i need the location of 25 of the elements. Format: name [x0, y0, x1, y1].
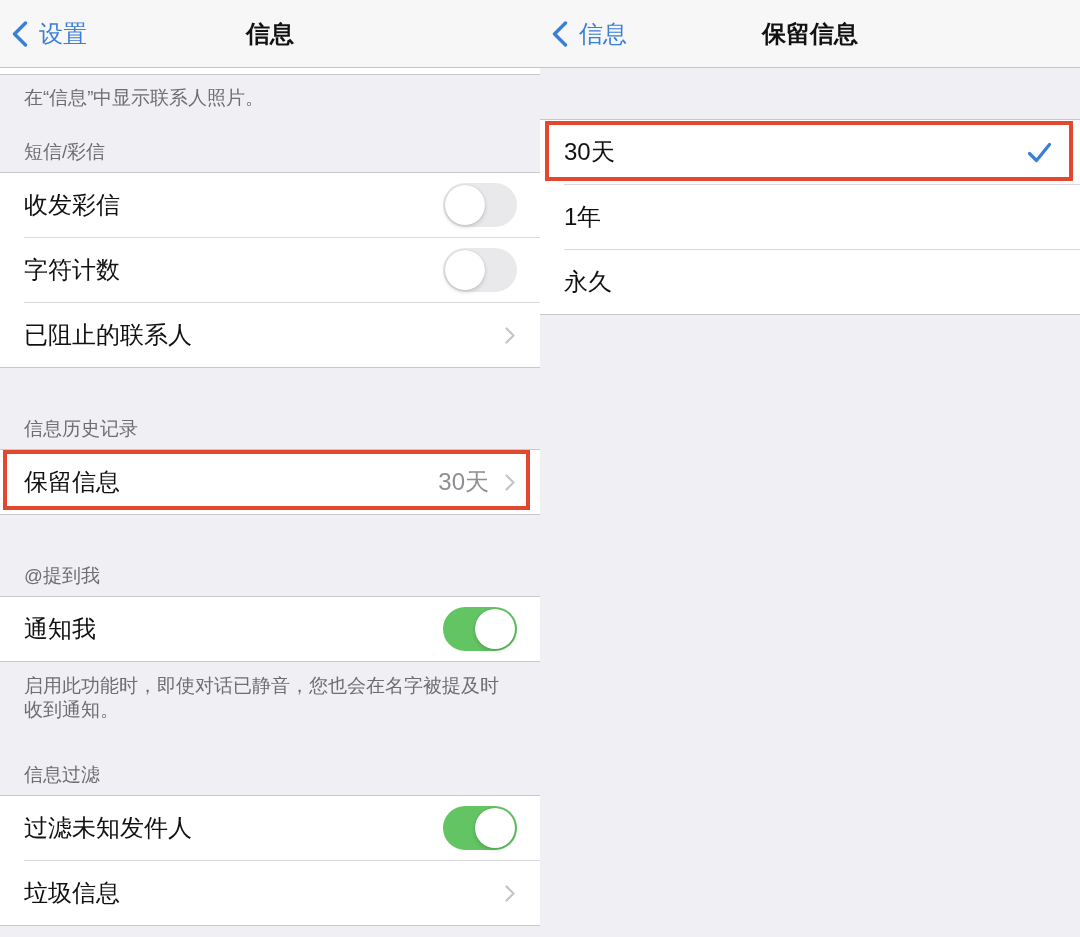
chevron-left-icon — [552, 20, 568, 47]
section-footer: 在“信息”中显示联系人照片。 — [0, 75, 540, 109]
toggle-switch[interactable] — [443, 248, 517, 292]
row-label: 过滤未知发件人 — [24, 813, 193, 843]
back-button[interactable]: 设置 — [12, 18, 87, 49]
row-label: 字符计数 — [24, 255, 121, 285]
section-header: @提到我 — [24, 565, 100, 587]
chevron-right-icon — [505, 884, 515, 902]
chevron-right-icon — [505, 473, 515, 491]
row-label: 通知我 — [24, 614, 97, 644]
chevron-right-icon — [505, 326, 515, 344]
toggle-switch[interactable] — [443, 607, 517, 651]
section-header: 信息历史记录 — [24, 418, 138, 440]
section-header: 信息过滤 — [24, 764, 100, 786]
chevron-left-icon — [12, 20, 28, 47]
toggle-switch[interactable] — [443, 806, 517, 850]
section-header: 短信/彩信 — [24, 141, 106, 163]
nav-title: 保留信息 — [762, 18, 858, 49]
section-footer: 启用此功能时，即使对话已静音，您也会在名字被提及时收到通知。 — [0, 662, 540, 722]
checkmark-icon — [1027, 141, 1052, 163]
back-button[interactable]: 信息 — [552, 18, 627, 49]
nav-title: 信息 — [246, 18, 294, 49]
toggle-switch[interactable] — [443, 183, 517, 227]
row-label: 收发彩信 — [24, 190, 121, 220]
row-value: 30天 — [438, 467, 489, 497]
